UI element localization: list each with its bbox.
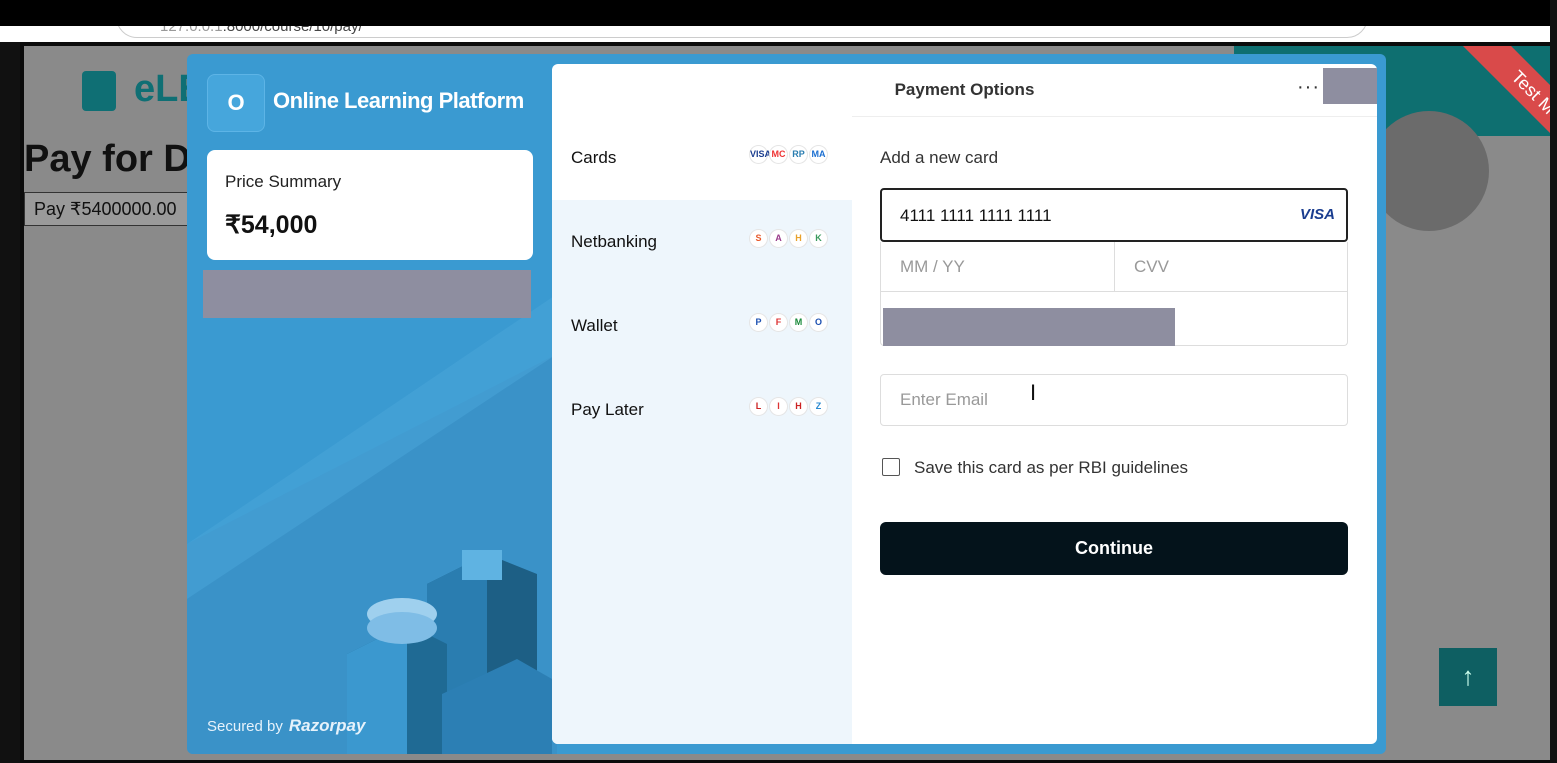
payment-options-panel: Payment Options ··· Cards VISA MC RP MA … bbox=[552, 64, 1377, 744]
method-label: Pay Later bbox=[571, 400, 644, 419]
email-field[interactable]: Enter Email bbox=[880, 374, 1348, 426]
pay-later-icon: I bbox=[770, 398, 787, 415]
save-card-label: Save this card as per RBI guidelines bbox=[914, 458, 1189, 477]
card-form: Add a new card 4111 1111 1111 1111 VISA … bbox=[880, 116, 1350, 716]
merchant-name: Online Learning Platform bbox=[273, 88, 524, 113]
secured-by-footer: Secured by Razorpay bbox=[207, 716, 366, 735]
price-value: ₹54,000 bbox=[225, 211, 318, 239]
page-title: Pay for D bbox=[24, 138, 191, 180]
method-label: Cards bbox=[571, 148, 617, 167]
more-options-icon[interactable]: ··· bbox=[1297, 76, 1320, 99]
wallet-icon: M bbox=[790, 314, 807, 331]
cvv-placeholder: CVV bbox=[1134, 257, 1169, 276]
scroll-top-button[interactable]: ↑ bbox=[1439, 648, 1497, 706]
text-cursor-icon: I bbox=[1030, 380, 1037, 405]
book-icon bbox=[82, 71, 116, 111]
price-summary-card: Price Summary ₹54,000 bbox=[207, 150, 533, 260]
mastercard-icon: MC bbox=[770, 146, 787, 163]
redacted-block bbox=[1323, 68, 1377, 104]
merchant-logo: O bbox=[207, 74, 265, 132]
razorpay-logo: Razorpay bbox=[288, 716, 366, 735]
add-card-heading: Add a new card bbox=[880, 148, 999, 167]
card-network-icons: VISA MC RP MA bbox=[750, 146, 827, 166]
visa-icon: VISA bbox=[1300, 206, 1336, 223]
rupay-icon: RP bbox=[790, 146, 807, 163]
pay-later-icon: L bbox=[750, 398, 767, 415]
pay-button[interactable]: Pay ₹5400000.00 bbox=[24, 192, 204, 226]
pay-later-icons: L I H Z bbox=[750, 398, 827, 418]
method-pay-later[interactable]: Pay Later L I H Z bbox=[552, 368, 852, 452]
cvv-field[interactable]: CVV bbox=[1115, 242, 1348, 292]
method-netbanking[interactable]: Netbanking S A H K bbox=[552, 200, 852, 284]
bank-icon: K bbox=[810, 230, 827, 247]
right-edge bbox=[1550, 0, 1557, 763]
redacted-block bbox=[203, 270, 531, 318]
continue-button[interactable]: Continue bbox=[880, 522, 1348, 575]
bank-icon: S bbox=[750, 230, 767, 247]
expiry-placeholder: MM / YY bbox=[900, 257, 965, 276]
price-summary-label: Price Summary bbox=[225, 172, 342, 191]
method-wallet[interactable]: Wallet P F M O bbox=[552, 284, 852, 368]
avatar bbox=[1369, 111, 1489, 231]
razorpay-checkout-modal: O Online Learning Platform Price Summary… bbox=[187, 54, 1386, 754]
maestro-icon: MA bbox=[810, 146, 827, 163]
email-placeholder: Enter Email bbox=[900, 390, 988, 409]
pay-later-icon: H bbox=[790, 398, 807, 415]
redacted-block bbox=[883, 308, 1175, 346]
card-number-field[interactable]: 4111 1111 1111 1111 VISA bbox=[880, 188, 1348, 242]
wallet-icon: F bbox=[770, 314, 787, 331]
wallet-icon: P bbox=[750, 314, 767, 331]
visa-icon: VISA bbox=[750, 146, 771, 163]
wallet-icons: P F M O bbox=[750, 314, 827, 334]
method-cards[interactable]: Cards VISA MC RP MA bbox=[552, 116, 852, 200]
payment-methods-list: Cards VISA MC RP MA Netbanking S A H K W bbox=[552, 116, 852, 744]
panel-title: Payment Options bbox=[894, 80, 1035, 99]
expiry-field[interactable]: MM / YY bbox=[881, 242, 1115, 292]
bank-icons: S A H K bbox=[750, 230, 827, 250]
pay-later-icon: Z bbox=[810, 398, 827, 415]
bank-icon: A bbox=[770, 230, 787, 247]
expiry-cvv-row: MM / YY CVV bbox=[880, 242, 1348, 346]
card-number-value: 4111 1111 1111 1111 bbox=[900, 206, 1052, 225]
browser-top-bar bbox=[0, 0, 1557, 26]
wallet-icon: O bbox=[810, 314, 827, 331]
panel-header: Payment Options ··· bbox=[552, 64, 1377, 117]
method-label: Netbanking bbox=[571, 232, 658, 251]
save-card-checkbox[interactable] bbox=[882, 458, 900, 476]
left-edge bbox=[0, 0, 20, 763]
method-label: Wallet bbox=[571, 316, 618, 335]
bank-icon: H bbox=[790, 230, 807, 247]
